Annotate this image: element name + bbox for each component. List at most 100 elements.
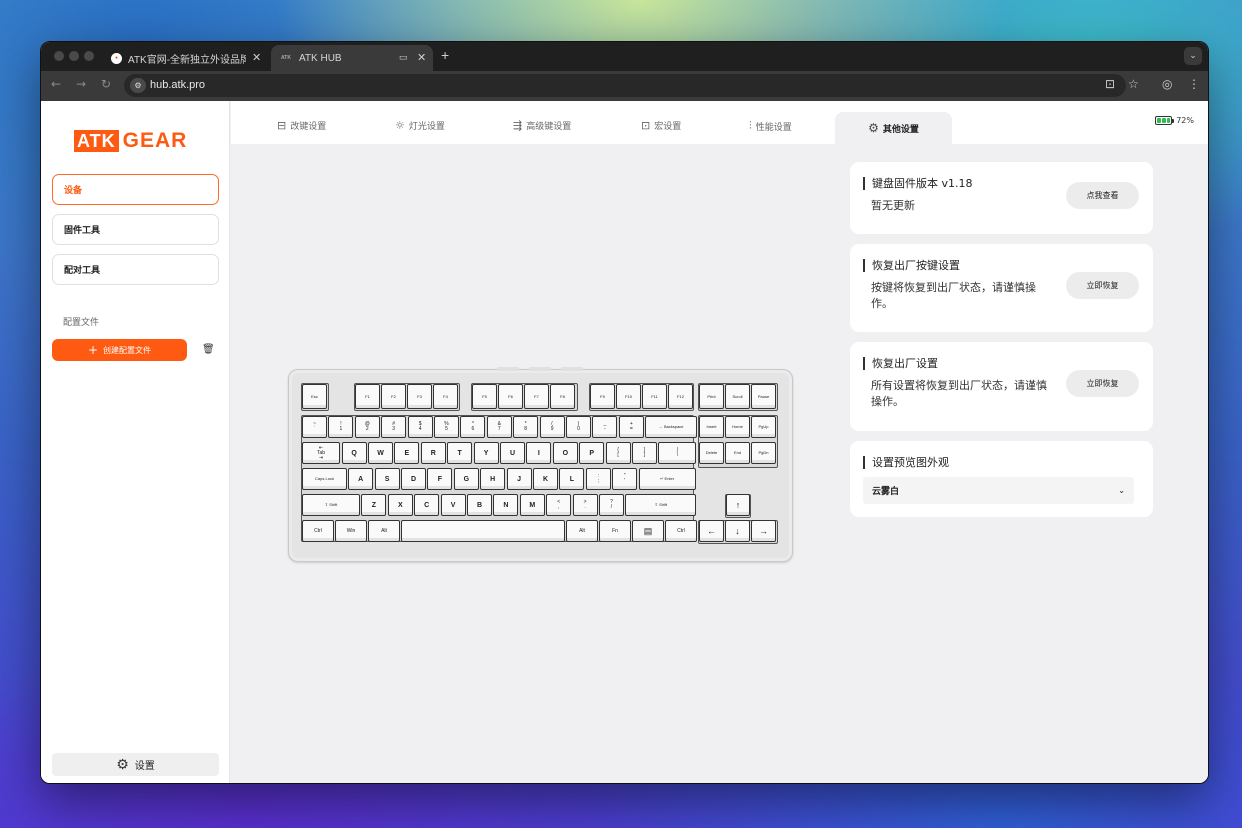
appearance-select[interactable]: 云雾白 ⌄	[863, 477, 1134, 504]
sidebar-item-pairing-tool[interactable]: 配对工具	[52, 254, 219, 285]
bookmark-star-icon[interactable]: ☆	[1128, 77, 1139, 91]
key-e[interactable]: E	[394, 442, 420, 464]
key-c[interactable]: C	[414, 494, 440, 516]
key-home[interactable]: Home	[725, 416, 750, 438]
key-delete[interactable]: Delete	[699, 442, 724, 464]
tab-lighting[interactable]: ☼ 灯光设置	[395, 119, 445, 132]
key-?-/[interactable]: ? /	[599, 494, 624, 516]
key-f12[interactable]: F12	[668, 384, 693, 409]
key-↵-enter[interactable]: ↵ Enter	[638, 468, 696, 490]
key-f3[interactable]: F3	[407, 384, 432, 409]
back-arrow-icon[interactable]: ←	[51, 77, 61, 91]
key-f7[interactable]: F7	[524, 384, 549, 409]
key-insert[interactable]: Insert	[699, 416, 724, 438]
key-f5[interactable]: F5	[472, 384, 497, 409]
key-)-0[interactable]: ) 0	[566, 416, 591, 438]
key-_--[interactable]: _ -	[592, 416, 618, 438]
key-pgup[interactable]: PgUp	[751, 416, 776, 438]
key-n[interactable]: N	[493, 494, 519, 516]
key-f6[interactable]: F6	[498, 384, 523, 409]
close-tab-icon[interactable]: ✕	[417, 51, 426, 64]
key-!-1[interactable]: ! 1	[328, 416, 354, 438]
key-<-,[interactable]: < ,	[546, 494, 572, 516]
key-f9[interactable]: F9	[590, 384, 615, 409]
key-y[interactable]: Y	[473, 442, 499, 464]
key-q[interactable]: Q	[341, 442, 367, 464]
key-▤[interactable]: ▤	[632, 520, 664, 542]
tab-advanced-keys[interactable]: ⇶ 高级键设置	[513, 119, 571, 132]
key-&-7[interactable]: & 7	[486, 416, 512, 438]
key-f2[interactable]: F2	[381, 384, 406, 409]
key-m[interactable]: M	[519, 494, 545, 516]
key-|-\[interactable]: | \	[658, 442, 697, 464]
key-f4[interactable]: F4	[433, 384, 458, 409]
profile-icon[interactable]: ◎	[1162, 77, 1172, 91]
tab-macro[interactable]: ⊡ 宏设置	[641, 119, 681, 132]
key-↑[interactable]: ↑	[726, 494, 750, 516]
key-⇧-shift[interactable]: ⇧ Shift	[625, 494, 697, 516]
key-g[interactable]: G	[453, 468, 479, 490]
key-p[interactable]: P	[579, 442, 605, 464]
key-scroll[interactable]: Scroll	[725, 384, 750, 409]
key-w[interactable]: W	[368, 442, 393, 464]
browser-tab-atk-official[interactable]: ● ATK官网-全新独立外设品牌ATK ✕	[103, 45, 271, 71]
key-s[interactable]: S	[374, 468, 400, 490]
key-f[interactable]: F	[427, 468, 453, 490]
key-+-=[interactable]: + =	[618, 416, 644, 438]
reset-keys-button[interactable]: 立即恢复	[1066, 272, 1139, 299]
key-caps-lock[interactable]: Caps Lock	[302, 468, 347, 490]
address-bar[interactable]: ⚙ hub.atk.pro	[124, 74, 1126, 97]
key-j[interactable]: J	[506, 468, 532, 490]
key-end[interactable]: End	[725, 442, 750, 464]
key-b[interactable]: B	[467, 494, 492, 516]
key-*-8[interactable]: * 8	[513, 416, 539, 438]
key-%-5[interactable]: % 5	[434, 416, 459, 438]
key-{-[[interactable]: { [	[605, 442, 631, 464]
create-profile-button[interactable]: + 创建配置文件	[52, 339, 187, 361]
trash-icon[interactable]: 🗑	[202, 344, 215, 355]
site-settings-icon[interactable]: ⚙	[130, 78, 146, 93]
key-←-backspace[interactable]: ← Backspace	[645, 416, 698, 438]
minimize-window-button[interactable]	[69, 51, 79, 61]
settings-button[interactable]: ⚙ 设置	[52, 753, 219, 776]
browser-menu-icon[interactable]: ⋮	[1188, 77, 1200, 91]
key-@-2[interactable]: @ 2	[354, 416, 380, 438]
key-space[interactable]	[401, 520, 565, 542]
key-pgdn[interactable]: PgDn	[751, 442, 776, 464]
key-f8[interactable]: F8	[550, 384, 575, 409]
key-i[interactable]: I	[526, 442, 552, 464]
check-firmware-button[interactable]: 点我查看	[1066, 182, 1139, 209]
key-"-'[interactable]: " '	[612, 468, 638, 490]
key-l[interactable]: L	[559, 468, 585, 490]
key-:-;[interactable]: : ;	[585, 468, 611, 490]
key-$-4[interactable]: $ 4	[407, 416, 433, 438]
tab-performance[interactable]: ⫶ 性能设置	[749, 119, 792, 133]
key-z[interactable]: Z	[361, 494, 387, 516]
key->-.[interactable]: > .	[572, 494, 598, 516]
key-f10[interactable]: F10	[616, 384, 641, 409]
key-^-6[interactable]: ^ 6	[460, 416, 486, 438]
key-⇧-shift[interactable]: ⇧ Shift	[302, 494, 360, 516]
key-f1[interactable]: F1	[355, 384, 380, 409]
key-→[interactable]: →	[751, 520, 776, 542]
key-↓[interactable]: ↓	[725, 520, 750, 542]
key-u[interactable]: U	[500, 442, 525, 464]
key-(-9[interactable]: ( 9	[539, 416, 565, 438]
key-x[interactable]: X	[387, 494, 413, 516]
tab-media-icon[interactable]: ▭	[399, 52, 408, 63]
tab-search-chevron-icon[interactable]: ⌄	[1184, 47, 1202, 65]
close-tab-icon[interactable]: ✕	[252, 51, 261, 64]
key-v[interactable]: V	[440, 494, 466, 516]
key-ctrl[interactable]: Ctrl	[665, 520, 697, 542]
key-f11[interactable]: F11	[642, 384, 667, 409]
zoom-window-button[interactable]	[84, 51, 94, 61]
new-tab-button[interactable]: +	[441, 47, 449, 63]
key-k[interactable]: K	[533, 468, 558, 490]
key-~-`[interactable]: ~ `	[302, 416, 327, 438]
key-print[interactable]: Print	[699, 384, 724, 409]
tab-other-settings[interactable]: ⚙ 其他设置	[835, 112, 952, 144]
key-ctrl[interactable]: Ctrl	[302, 520, 334, 542]
install-app-icon[interactable]: ⊡	[1105, 77, 1115, 91]
factory-reset-button[interactable]: 立即恢复	[1066, 370, 1139, 397]
sidebar-item-firmware-tool[interactable]: 固件工具	[52, 214, 219, 245]
